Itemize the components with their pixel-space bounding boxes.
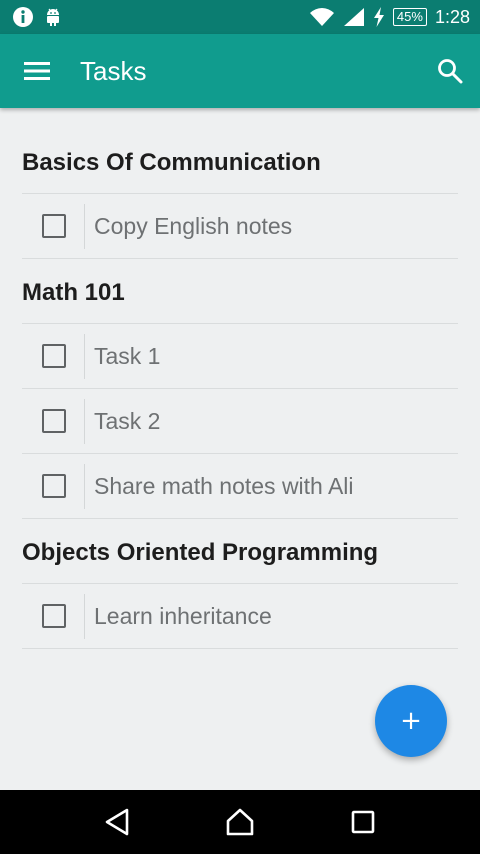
back-icon[interactable] [87,790,147,854]
task-label: Task 1 [94,342,161,369]
hamburger-menu-icon[interactable] [0,34,76,108]
group-title: Objects Oriented Programming [22,519,458,584]
add-task-button[interactable]: + [375,685,447,757]
task-checkbox[interactable] [42,604,66,628]
task-checkbox-cell [22,398,85,444]
home-icon[interactable] [210,790,270,854]
wifi-icon [309,7,335,27]
page-title: Tasks [80,55,147,86]
android-icon [44,7,62,27]
task-row[interactable]: Share math notes with Ali [22,454,458,519]
status-right: 45% 1:28 [309,7,470,28]
search-icon[interactable] [420,34,480,108]
status-left [12,6,62,28]
charging-icon [373,7,385,27]
task-group: Objects Oriented Programming Learn inher… [22,519,458,649]
group-title: Basics Of Communication [22,108,458,194]
app-bar: Tasks [0,34,480,108]
status-bar: 45% 1:28 [0,0,480,34]
task-row[interactable]: Task 2 [22,389,458,454]
task-checkbox[interactable] [42,344,66,368]
task-checkbox[interactable] [42,214,66,238]
navigation-bar [0,790,480,854]
task-checkbox[interactable] [42,474,66,498]
task-label: Share math notes with Ali [94,472,354,499]
task-checkbox-cell [22,593,85,639]
task-checkbox-cell [22,203,85,249]
task-label: Task 2 [94,407,161,434]
group-title: Math 101 [22,259,458,324]
task-row[interactable]: Copy English notes [22,194,458,259]
battery-icon: 45% [392,8,427,26]
task-row[interactable]: Learn inheritance [22,584,458,649]
task-label: Copy English notes [94,212,293,239]
task-group: Math 101 Task 1 Task 2 Share math notes … [22,259,458,519]
task-checkbox-cell [22,333,85,379]
task-group: Basics Of Communication Copy English not… [22,108,458,259]
info-icon [12,6,34,28]
clock: 1:28 [434,6,470,27]
task-checkbox[interactable] [42,409,66,433]
signal-icon [343,7,365,27]
task-label: Learn inheritance [94,602,272,629]
task-checkbox-cell [22,463,85,509]
task-row[interactable]: Task 1 [22,324,458,389]
recent-apps-icon[interactable] [333,790,393,854]
